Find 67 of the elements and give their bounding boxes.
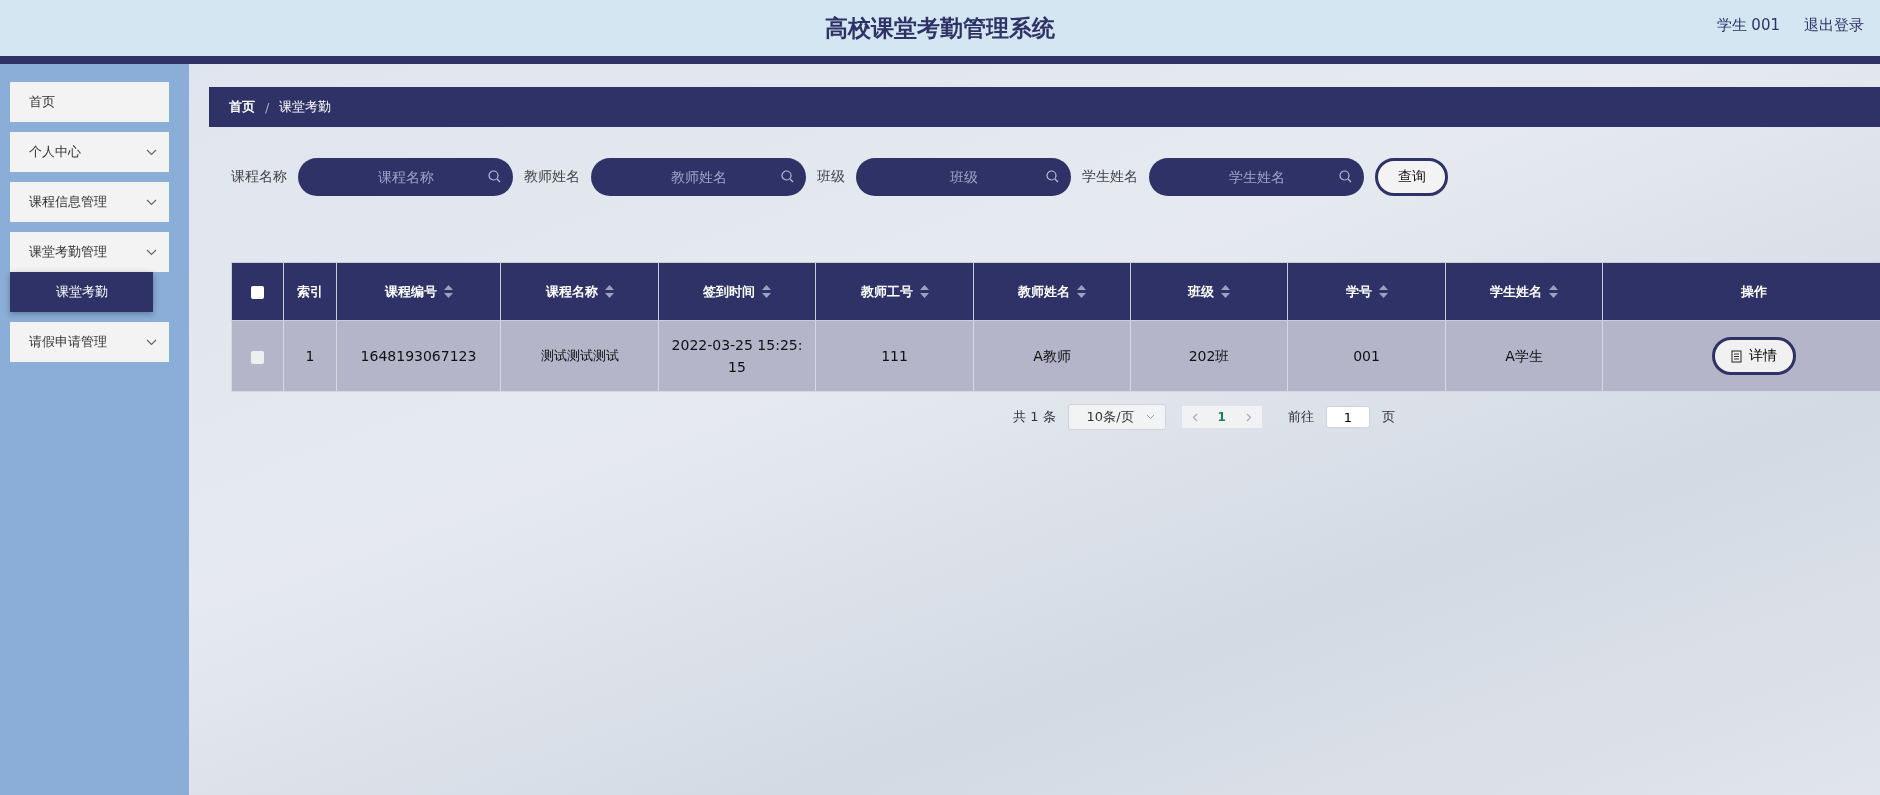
field-label: 学生姓名 bbox=[1082, 168, 1138, 186]
search-field[interactable]: 课程名称 bbox=[298, 158, 513, 196]
current-page[interactable]: 1 bbox=[1213, 410, 1230, 424]
search-field[interactable]: 学生姓名 bbox=[1149, 158, 1364, 196]
field-label: 教师姓名 bbox=[524, 168, 580, 186]
goto-page-field[interactable]: 1 bbox=[1325, 406, 1370, 428]
sort-icon[interactable] bbox=[1549, 285, 1558, 298]
row-checkbox[interactable] bbox=[251, 350, 264, 364]
chevron-down-icon bbox=[146, 338, 157, 346]
sort-icon[interactable] bbox=[443, 285, 453, 298]
breadcrumb-separator: / bbox=[265, 99, 270, 115]
sidebar-item[interactable]: 请假申请管理 bbox=[10, 322, 169, 362]
table-cell: 1 bbox=[283, 320, 337, 392]
field-label: 班级 bbox=[817, 168, 845, 186]
search-field[interactable]: 班级 bbox=[856, 158, 1071, 196]
column-header: 索引 bbox=[283, 262, 337, 321]
document-icon bbox=[1731, 349, 1742, 363]
search-icon bbox=[488, 170, 501, 183]
details-button[interactable]: 详情 bbox=[1712, 337, 1796, 375]
sidebar-item[interactable]: 课堂考勤管理 bbox=[10, 232, 169, 272]
chevron-down-icon bbox=[146, 148, 157, 156]
column-header[interactable]: 班级 bbox=[1130, 262, 1288, 321]
column-header[interactable]: 课程编号 bbox=[336, 262, 501, 321]
page-suffix: 页 bbox=[1381, 408, 1395, 426]
sort-icon[interactable] bbox=[762, 285, 771, 298]
sidebar-item[interactable]: 个人中心 bbox=[10, 132, 169, 172]
select-all-checkbox[interactable] bbox=[251, 286, 264, 299]
column-header[interactable]: 签到时间 bbox=[658, 262, 816, 321]
column-header[interactable]: 教师姓名 bbox=[973, 262, 1131, 321]
app-title: 高校课堂考勤管理系统 bbox=[825, 13, 1055, 43]
table-cell: 1648193067123 bbox=[336, 320, 501, 392]
logout-link[interactable]: 退出登录 bbox=[1804, 16, 1864, 35]
sidebar-item[interactable]: 课程信息管理 bbox=[10, 182, 169, 222]
column-header[interactable]: 课程名称 bbox=[500, 262, 659, 321]
chevron-down-icon bbox=[1145, 414, 1155, 420]
query-button[interactable]: 查询 bbox=[1375, 158, 1448, 196]
total-count: 共 1 条 bbox=[1013, 408, 1056, 426]
sort-icon[interactable] bbox=[1378, 285, 1388, 298]
sort-icon[interactable] bbox=[1077, 285, 1086, 298]
chevron-down-icon bbox=[146, 198, 157, 206]
column-header[interactable]: 学号 bbox=[1287, 262, 1446, 321]
search-field[interactable]: 教师姓名 bbox=[591, 158, 806, 196]
field-label: 课程名称 bbox=[231, 168, 287, 186]
column-header[interactable]: 教师工号 bbox=[815, 262, 974, 321]
table-cell: 202班 bbox=[1130, 320, 1288, 392]
search-icon bbox=[781, 170, 794, 183]
column-header[interactable]: 学生姓名 bbox=[1445, 262, 1603, 321]
table-cell: 001 bbox=[1287, 320, 1446, 392]
goto-label: 前往 bbox=[1287, 408, 1314, 426]
table-cell: 测试测试测试 bbox=[500, 320, 659, 392]
sort-icon[interactable] bbox=[1221, 285, 1230, 298]
table-cell: A教师 bbox=[973, 320, 1131, 392]
chevron-down-icon bbox=[146, 248, 157, 256]
sidebar-subitem[interactable]: 课堂考勤 bbox=[10, 272, 153, 312]
page-size-select[interactable]: 10条/页 bbox=[1067, 404, 1166, 430]
sort-icon[interactable] bbox=[919, 285, 929, 298]
sidebar-item[interactable]: 首页 bbox=[10, 82, 169, 122]
user-name: 学生 001 bbox=[1716, 16, 1780, 35]
breadcrumb-item[interactable]: 首页 bbox=[229, 98, 255, 116]
column-header: 操作 bbox=[1602, 262, 1880, 321]
table-cell: 111 bbox=[815, 320, 974, 392]
table-cell: A学生 bbox=[1445, 320, 1603, 392]
sort-icon[interactable] bbox=[604, 285, 614, 298]
breadcrumb-item: 课堂考勤 bbox=[279, 98, 332, 116]
search-icon bbox=[1339, 170, 1352, 183]
search-icon bbox=[1046, 170, 1059, 183]
table-cell: 2022-03-25 15:25:15 bbox=[658, 320, 816, 392]
